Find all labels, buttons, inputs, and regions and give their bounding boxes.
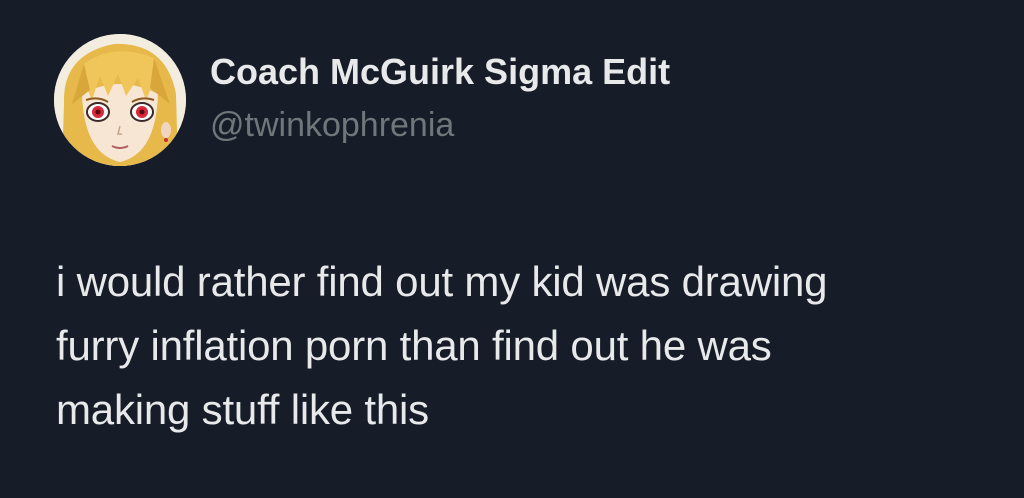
- tweet-card: Coach McGuirk Sigma Edit @twinkophrenia …: [0, 0, 1024, 498]
- tweet-text-line: i would rather find out my kid was drawi…: [56, 258, 828, 305]
- user-handle[interactable]: @twinkophrenia: [210, 104, 454, 146]
- avatar[interactable]: [54, 34, 186, 166]
- tweet-text-line: making stuff like this: [56, 386, 429, 433]
- display-name[interactable]: Coach McGuirk Sigma Edit: [210, 50, 670, 94]
- avatar-image: [54, 34, 186, 166]
- tweet-text: i would rather find out my kid was drawi…: [56, 250, 1016, 442]
- tweet-text-line: furry inflation porn than find out he wa…: [56, 322, 772, 369]
